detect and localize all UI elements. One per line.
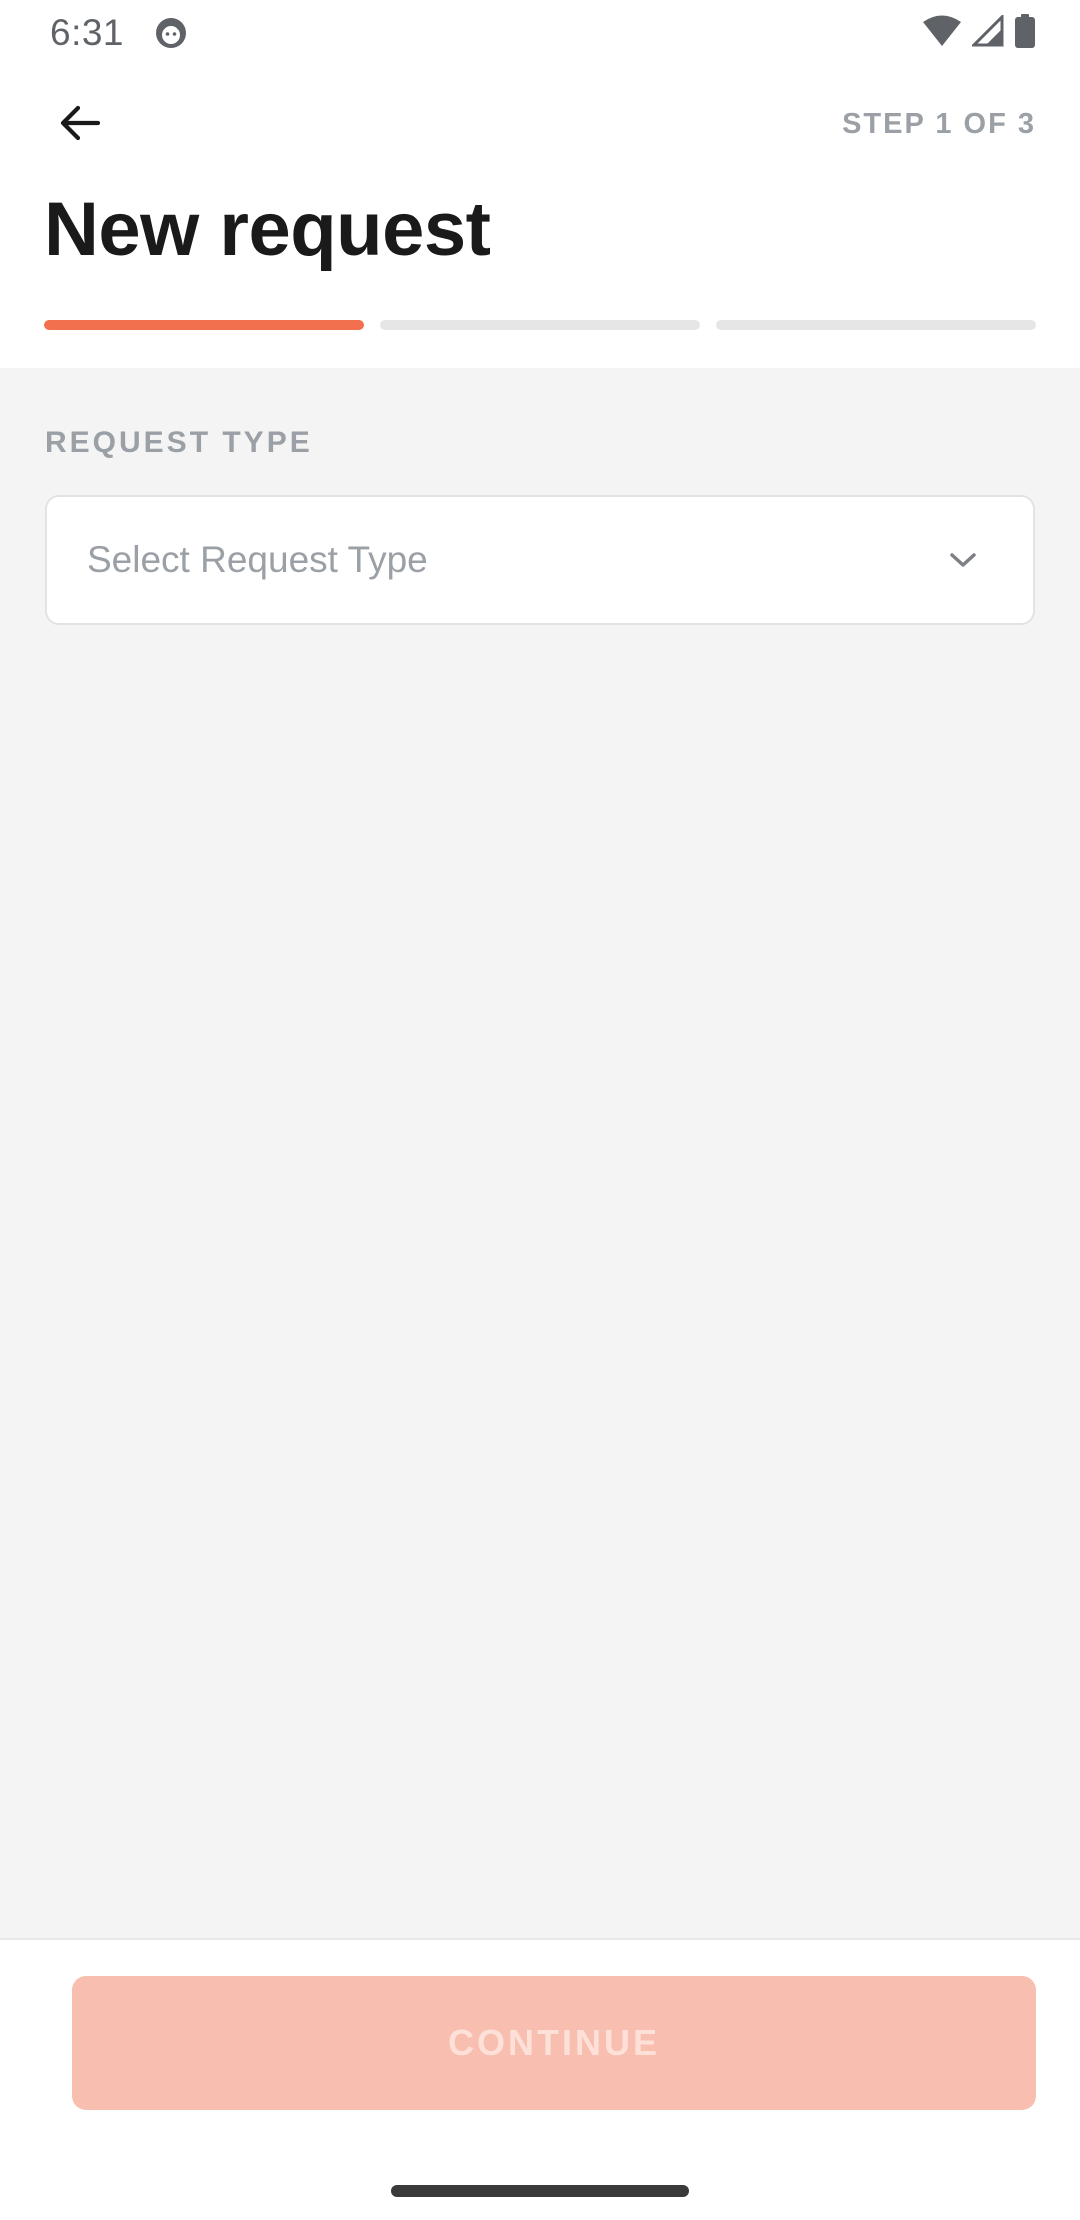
request-type-select[interactable]: Select Request Type	[45, 495, 1035, 625]
page-title: New request	[44, 187, 491, 272]
step-progress-bar	[44, 320, 1036, 330]
back-button[interactable]	[40, 90, 120, 160]
arrow-left-icon	[57, 100, 103, 151]
status-time: 6:31	[50, 12, 125, 53]
bottom-action-bar: CONTINUE	[0, 1938, 1080, 2220]
cellular-signal-icon	[970, 12, 1004, 52]
request-type-placeholder: Select Request Type	[87, 539, 428, 580]
status-bar: 6:31	[0, 0, 1080, 66]
form-content: REQUEST TYPE Select Request Type	[0, 368, 1080, 1938]
progress-segment-step-1	[44, 320, 364, 330]
status-icons	[922, 12, 1036, 53]
step-indicator: STEP 1 OF 3	[842, 108, 1036, 140]
chevron-down-icon	[943, 540, 983, 580]
continue-button[interactable]: CONTINUE	[72, 1976, 1036, 2110]
screen: 6:31 STEP 1 OF 3 New request REQUEST TYP…	[0, 0, 1080, 2220]
home-indicator[interactable]	[391, 2185, 689, 2197]
battery-icon	[1014, 13, 1036, 53]
progress-segment-step-3	[716, 320, 1036, 330]
wifi-icon	[922, 15, 962, 52]
request-type-label: REQUEST TYPE	[45, 426, 313, 459]
app-notification-icon	[154, 16, 188, 50]
progress-segment-step-2	[380, 320, 700, 330]
